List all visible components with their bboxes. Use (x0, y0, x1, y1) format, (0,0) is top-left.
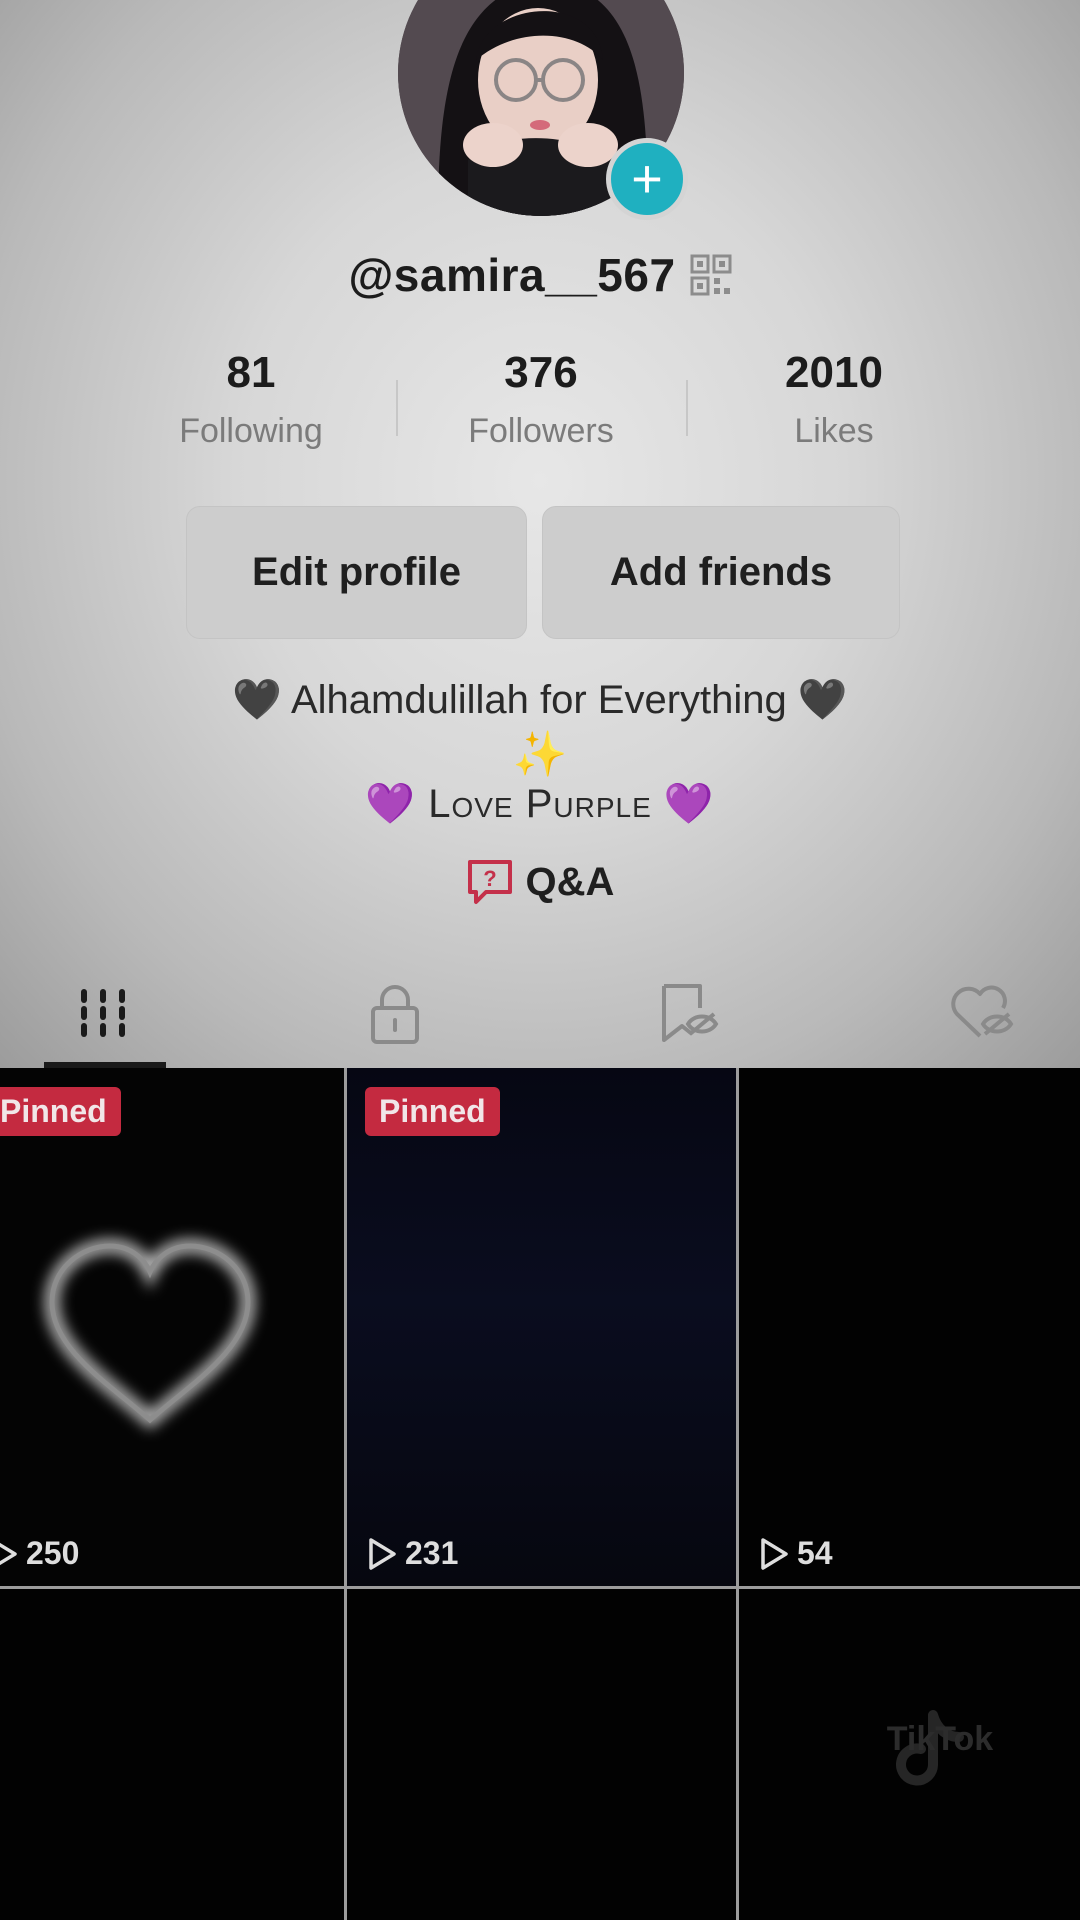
heart-hidden-icon (951, 985, 1014, 1038)
profile-header: + @samira__567 81 Following 376 Follower… (0, 0, 1080, 1068)
qa-label: Q&A (525, 859, 615, 904)
play-icon (369, 1537, 396, 1570)
bio-line: ✨ (512, 730, 568, 779)
view-count-value: 54 (797, 1535, 833, 1571)
view-count-value: 231 (405, 1535, 459, 1571)
stat-label: Followers (468, 412, 614, 450)
view-count: 231 (367, 1535, 458, 1572)
play-icon (761, 1537, 788, 1570)
tab-favorites[interactable] (652, 978, 722, 1048)
bookmark-hidden-icon (662, 984, 719, 1042)
stat-likes[interactable]: 2010 Likes (694, 348, 974, 451)
add-avatar-button[interactable]: + (606, 138, 688, 220)
tab-liked[interactable] (945, 978, 1015, 1048)
bio-line: 🖤 Alhamdulillah for Everything 🖤 (232, 678, 848, 722)
qa-icon: ? (467, 860, 512, 904)
tiktok-watermark: TikTok (886, 1720, 994, 1758)
grid-divider (736, 1068, 739, 1920)
stat-value: 376 (504, 348, 578, 397)
video-thumbnail[interactable] (347, 1589, 736, 1920)
view-count: 250 (0, 1535, 79, 1572)
lock-icon (371, 985, 419, 1044)
username: @samira__567 (348, 249, 676, 301)
pinned-badge: Pinned (0, 1087, 121, 1136)
play-icon (0, 1542, 17, 1565)
bio-line: 💜 Love Purple 💜 (365, 782, 715, 826)
stat-divider (396, 380, 398, 436)
video-thumbnail[interactable]: 54 (739, 1068, 1080, 1586)
grid-divider (344, 1068, 347, 1920)
stat-label: Likes (794, 412, 874, 450)
video-thumbnail[interactable] (0, 1589, 344, 1920)
stat-value: 81 (226, 348, 276, 397)
stat-value: 2010 (785, 348, 883, 397)
tab-private[interactable] (360, 978, 430, 1048)
stat-divider (686, 380, 688, 436)
view-count-value: 250 (26, 1535, 80, 1571)
qr-code-icon[interactable] (690, 254, 732, 296)
video-grid: Pinned 250 Pinned 231 54 (0, 1068, 1080, 1920)
glowing-heart-image (44, 1238, 256, 1430)
video-thumbnail[interactable]: Pinned 250 (0, 1068, 344, 1586)
edit-profile-button[interactable]: Edit profile (186, 506, 527, 639)
stat-label: Following (179, 412, 323, 450)
svg-text:?: ? (483, 866, 496, 891)
tab-videos[interactable] (68, 978, 138, 1048)
video-thumbnail[interactable]: Pinned 231 (347, 1068, 736, 1586)
stat-followers[interactable]: 376 Followers (401, 348, 681, 451)
content-tabs (0, 968, 1080, 1068)
qa-link[interactable]: ? Q&A (0, 858, 1080, 906)
view-count: 54 (759, 1535, 833, 1572)
stat-following[interactable]: 81 Following (111, 348, 391, 451)
profile-stats: 81 Following 376 Followers 2010 Likes (0, 348, 1080, 468)
pinned-badge: Pinned (365, 1087, 500, 1136)
grid-icon (81, 989, 125, 1037)
add-friends-button[interactable]: Add friends (542, 506, 900, 639)
grid-divider (0, 1586, 1080, 1589)
